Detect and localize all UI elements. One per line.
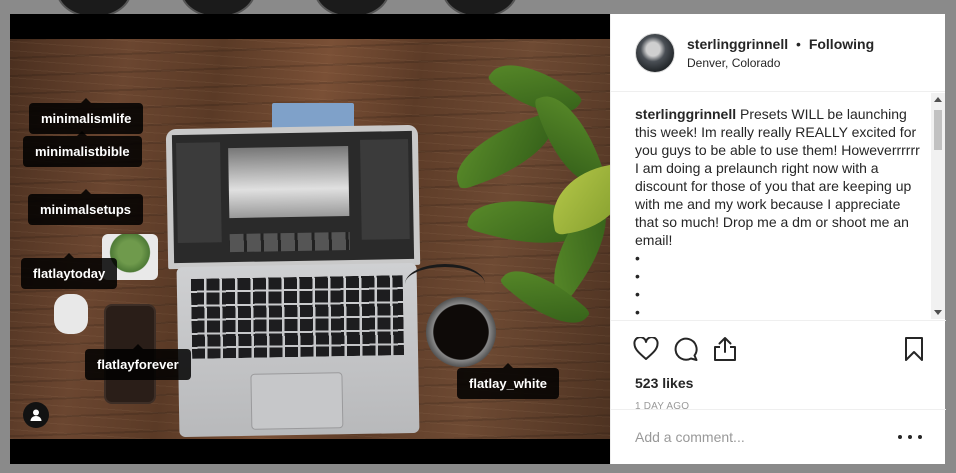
caption-bullets: • • • • [635,249,920,319]
caption-bullet: • [635,286,640,302]
caption-bullet: • [635,268,640,284]
photo-laptop-screen [165,124,421,270]
share-icon[interactable] [713,329,753,369]
post-sidebar: sterlinggrinnell • Following Denver, Col… [610,14,946,464]
scroll-up-arrow-icon[interactable] [934,97,942,102]
caption-bullet: • [635,304,640,319]
photo-tag-minimalistbible[interactable]: minimalistbible [23,131,142,167]
photo-tag-flatlay-white[interactable]: flatlay_white [457,363,560,399]
photo-plant [430,46,610,359]
photo-tag-flatlaytoday[interactable]: flatlaytoday [21,253,118,289]
heart-icon[interactable] [633,329,673,369]
username-link[interactable]: sterlinggrinnell [687,36,788,52]
bookmark-icon[interactable] [900,329,924,369]
comment-input[interactable] [635,429,898,445]
photo-tag-flatlayforever[interactable]: flatlayforever [85,344,191,380]
photo-tag-minimalsetups[interactable]: minimalsetups [28,189,144,225]
user-tag-icon[interactable] [23,402,49,428]
post-modal: minimalismlife minimalistbible minimalse… [10,14,946,464]
add-comment-bar [611,409,946,464]
caption: sterlinggrinnell Presets WILL be launchi… [611,93,946,319]
comment-bubble-icon[interactable] [673,329,713,369]
photo-tag-minimalismlife[interactable]: minimalismlife [29,98,144,134]
photo-laptop-keyboard [176,262,420,438]
following-button[interactable]: Following [809,36,874,52]
location-link[interactable]: Denver, Colorado [687,56,874,70]
scroll-down-arrow-icon[interactable] [934,310,942,315]
post-actions: 523 likes 1 DAY AGO [611,320,946,412]
post-header: sterlinggrinnell • Following Denver, Col… [611,14,945,92]
comments-section[interactable]: sterlinggrinnell Presets WILL be launchi… [611,93,946,319]
likes-count[interactable]: 523 likes [633,375,924,391]
more-options-icon[interactable] [898,427,922,447]
caption-username[interactable]: sterlinggrinnell [635,106,736,122]
caption-bullet: • [635,250,640,266]
separator-dot: • [796,35,801,52]
photo-blue-notebook [272,103,354,129]
photo-mouse [54,294,88,334]
post-media[interactable]: minimalismlife minimalistbible minimalse… [10,14,610,464]
avatar[interactable] [635,32,675,73]
caption-text: Presets WILL be launching this week! Im … [635,106,920,248]
scrollbar-thumb[interactable] [934,110,942,150]
comments-scrollbar[interactable] [931,93,945,319]
